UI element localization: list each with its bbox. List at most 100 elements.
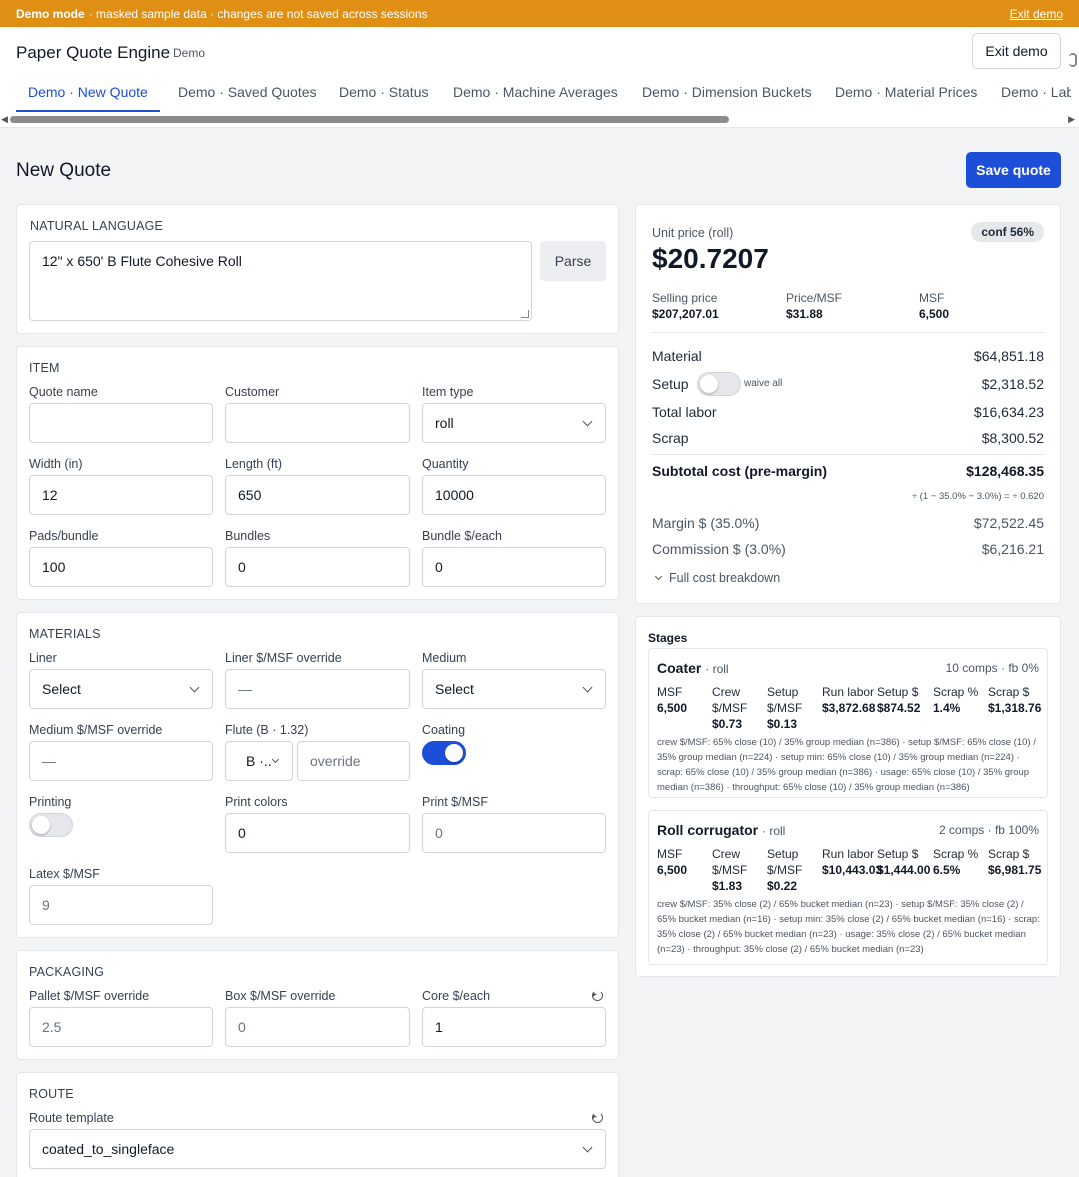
selling-price-label: Selling price [652,291,718,305]
stage-col-run-labor: Run labor $3,872.68 [822,684,882,716]
natural-language-input[interactable]: 12" x 650' B Flute Cohesive Roll [29,241,532,321]
price-summary-card: Unit price (roll) conf 56% $20.7207 Sell… [635,204,1061,604]
stage-name: Roll corrugator · roll [657,822,785,838]
toggle-knob [32,816,50,834]
col-header: Setup $ [877,847,919,861]
core-input[interactable]: 1 [422,1007,606,1047]
medium-value: Select [435,681,474,697]
selling-price-value: $207,207.01 [652,307,719,321]
flute-select[interactable]: B ·.. [225,741,293,781]
stage-roll-corrugator: Roll corrugator · roll 2 comps · fb 100%… [648,810,1048,965]
stage-note: crew $/MSF: 35% close (2) / 65% bucket m… [657,899,1040,955]
quote-name-input[interactable] [29,403,213,443]
liner-override-input[interactable]: — [225,669,410,709]
scroll-arrow-left-icon[interactable]: ◀ [1,114,8,125]
col-value: $6,981.75 [988,863,1042,877]
tab-scrollbar-thumb[interactable] [10,116,729,123]
medium-label: Medium [422,651,467,665]
stage-title: Roll corrugator [657,822,759,838]
item-type-select[interactable]: roll [422,403,606,443]
bundles-input[interactable]: 0 [225,547,410,587]
stage-col-scrap-pct: Scrap % 1.4% [933,684,983,716]
bundle-each-input[interactable]: 0 [422,547,606,587]
stage-col-run-labor: Run labor $10,443.03 [822,846,882,878]
route-template-label: Route template [29,1111,114,1125]
stage-col-setup-msf: Setup $/MSF $0.13 [767,684,812,732]
col-value: $0.73 [712,717,743,731]
medium-override-label: Medium $/MSF override [29,723,163,737]
coating-toggle[interactable] [422,741,466,765]
col-header: Scrap % [933,685,979,699]
col-value: $10,443.03 [822,863,883,877]
medium-override-input[interactable]: — [29,741,213,781]
printing-toggle[interactable] [29,813,73,837]
tab-saved-quotes[interactable]: Demo · Saved Quotes [178,80,317,112]
chevron-down-icon [654,572,663,581]
medium-select[interactable]: Select [422,669,606,709]
tab-scrollbar[interactable]: ◀ ▶ [0,114,1079,126]
pads-bundle-input[interactable]: 100 [29,547,213,587]
packaging-title: PACKAGING [29,965,105,979]
full-cost-breakdown-toggle[interactable]: Full cost breakdown [652,571,780,585]
exit-demo-button[interactable]: Exit demo [972,33,1061,69]
tab-bar: Demo · New Quote Demo · Saved Quotes Dem… [0,80,1071,112]
pallet-input[interactable]: 2.5 [29,1007,213,1047]
liner-select[interactable]: Select [29,669,213,709]
app-demo-tag: Demo [173,46,206,60]
tab-dimension-buckets[interactable]: Demo · Dimension Buckets [642,80,812,112]
commission-value: $6,216.21 [981,541,1044,557]
stage-meta: 10 comps · fb 0% [945,661,1039,675]
resize-handle-icon[interactable] [521,310,529,318]
latex-msf-input[interactable]: 9 [29,885,213,925]
latex-msf-label: Latex $/MSF [29,867,100,881]
margin-value: $72,522.45 [973,515,1044,531]
demo-mode-message: · masked sample data · changes are not s… [88,6,428,21]
col-value: 1.4% [933,701,961,715]
width-input[interactable]: 12 [29,475,213,515]
print-colors-input[interactable]: 0 [225,813,410,853]
materials-title: MATERIALS [29,627,101,641]
stage-col-crew: Crew $/MSF $1.83 [712,846,757,894]
customer-input[interactable] [225,403,410,443]
price-msf-label: Price/MSF [786,291,843,305]
setup-value: $2,318.52 [981,376,1044,392]
parse-button[interactable]: Parse [540,241,606,281]
stage-col-msf: MSF 6,500 [657,684,707,716]
tab-new-quote[interactable]: Demo · New Quote [16,80,160,112]
msf-label: MSF [919,291,945,305]
print-msf-input[interactable]: 0 [422,813,606,853]
col-header: Scrap $ [988,847,1030,861]
col-value: 6.5% [933,863,961,877]
reset-icon[interactable] [592,990,603,1001]
flute-override-input[interactable]: override [297,741,410,781]
tab-lab[interactable]: Demo · Lab [1001,80,1071,112]
col-header: MSF [657,847,683,861]
material-value: $64,851.18 [973,348,1044,364]
box-input[interactable]: 0 [225,1007,410,1047]
save-quote-button[interactable]: Save quote [966,152,1061,188]
liner-label: Liner [29,651,57,665]
length-input[interactable]: 650 [225,475,410,515]
toggle-knob [445,744,463,762]
col-header: Crew $/MSF [712,847,748,877]
col-header: Setup $ [877,685,919,699]
commission-label: Commission $ (3.0%) [652,541,786,557]
full-cost-breakdown-label: Full cost breakdown [669,571,781,585]
tab-material-prices[interactable]: Demo · Material Prices [835,80,977,112]
col-value: 6,500 [657,863,688,877]
scroll-arrow-right-icon[interactable]: ▶ [1068,114,1075,125]
chevron-down-icon [582,1142,593,1153]
waive-setup-toggle[interactable] [697,372,741,396]
col-header: Scrap $ [988,685,1030,699]
route-template-select[interactable]: coated_to_singleface [29,1129,606,1169]
stage-col-setup-msf: Setup $/MSF $0.22 [767,846,812,894]
tab-machine-averages[interactable]: Demo · Machine Averages [453,80,618,112]
col-value: $874.52 [877,701,921,715]
tab-status[interactable]: Demo · Status [339,80,428,112]
quantity-input[interactable]: 10000 [422,475,606,515]
demo-banner: Demo mode · masked sample data · changes… [0,0,1079,27]
flute-value: B ·.. [246,753,272,769]
stage-coater: Coater · roll 10 comps · fb 0% MSF 6,500 … [648,648,1048,798]
banner-exit-demo-link[interactable]: Exit demo [1010,7,1063,21]
reset-icon[interactable] [592,1112,603,1123]
